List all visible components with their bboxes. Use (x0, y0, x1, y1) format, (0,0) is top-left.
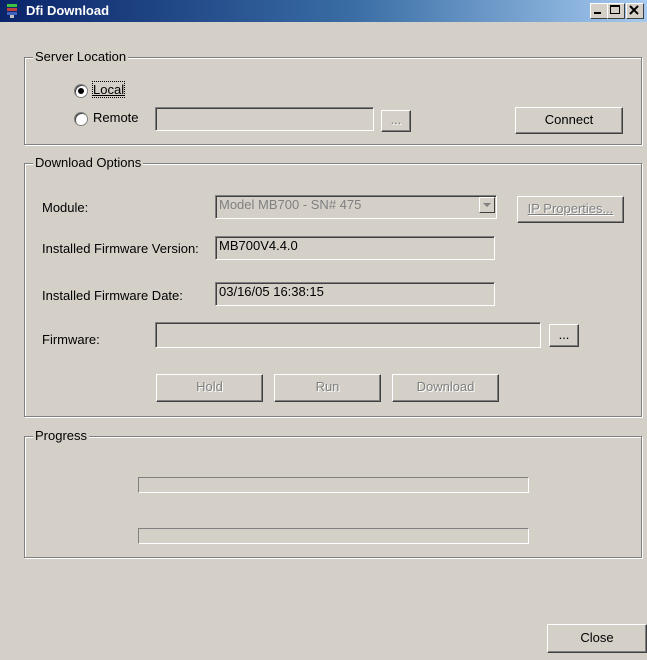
hold-label: Hold (196, 379, 223, 394)
maximize-icon (610, 5, 620, 14)
download-button[interactable]: Download (392, 374, 499, 402)
maximize-button[interactable] (607, 3, 625, 19)
module-select[interactable]: Model MB700 - SN# 475 (215, 195, 497, 219)
remote-browse-button[interactable]: ... (381, 110, 411, 132)
firmware-file-input[interactable] (155, 322, 541, 348)
remote-radio[interactable] (74, 112, 88, 126)
firmware-version-field: MB700V4.4.0 (215, 236, 495, 260)
window-title: Dfi Download (26, 3, 110, 18)
download-options-legend: Download Options (33, 155, 144, 170)
dfi-download-window: Dfi Download Server Location Local Remot… (0, 0, 647, 660)
module-dropdown-button[interactable] (479, 197, 495, 213)
minimize-icon (594, 12, 601, 14)
download-label: Download (416, 379, 475, 394)
module-select-value: Model MB700 - SN# 475 (219, 197, 362, 212)
firmware-version-label: Installed Firmware Version: (42, 241, 199, 256)
firmware-label: Firmware: (42, 332, 100, 347)
local-radio[interactable] (74, 84, 88, 98)
progress-bar-2 (138, 528, 529, 544)
server-location-legend: Server Location (33, 49, 129, 64)
run-button[interactable]: Run (274, 374, 381, 402)
firmware-date-field: 03/16/05 16:38:15 (215, 282, 495, 306)
connect-button[interactable]: Connect (515, 107, 623, 134)
local-label[interactable]: Local (91, 81, 126, 98)
title-bar[interactable]: Dfi Download (0, 0, 647, 22)
close-button[interactable]: Close (547, 624, 647, 653)
chevron-down-icon (483, 203, 491, 207)
app-icon (7, 4, 17, 18)
ip-properties-label: IP Properties... (527, 201, 614, 216)
progress-legend: Progress (33, 428, 90, 443)
module-label: Module: (42, 200, 89, 215)
hold-button[interactable]: Hold (156, 374, 263, 402)
minimize-button[interactable] (590, 3, 608, 19)
firmware-browse-button[interactable]: ... (549, 324, 579, 347)
close-window-button[interactable] (626, 3, 644, 19)
local-radio-dot (78, 88, 84, 94)
close-icon (629, 5, 639, 15)
remote-label[interactable]: Remote (93, 110, 139, 125)
progress-bar-1 (138, 477, 529, 493)
firmware-date-label: Installed Firmware Date: (42, 288, 183, 303)
ip-properties-button[interactable]: IP Properties... (517, 196, 624, 223)
remote-address-input[interactable] (155, 107, 374, 131)
run-label: Run (315, 379, 340, 394)
